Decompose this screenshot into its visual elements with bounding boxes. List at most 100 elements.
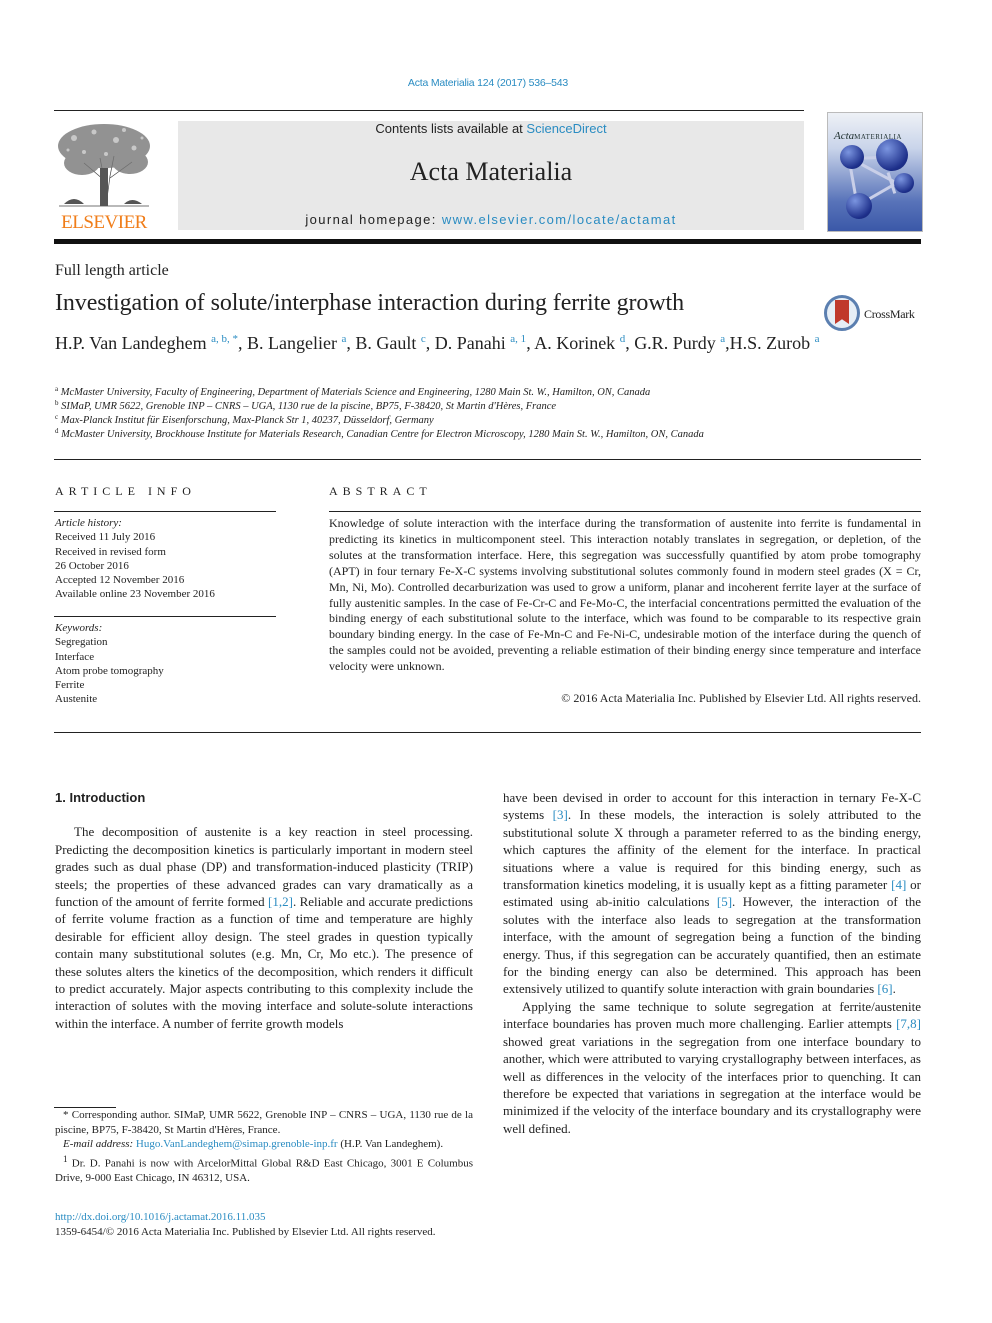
article-info-heading: ARTICLE INFO (55, 484, 196, 498)
author-separator: , (526, 333, 535, 353)
homepage-line: journal homepage: www.elsevier.com/locat… (178, 212, 804, 227)
author-name[interactable]: A. Korinek (534, 333, 619, 353)
journal-title: Acta Materialia (409, 157, 573, 186)
homepage-prefix: journal homepage: (305, 212, 442, 227)
elsevier-logo[interactable]: ELSEVIER (54, 118, 154, 234)
affiliation-b: b SIMaP, UMR 5622, Grenoble INP – CNRS –… (55, 399, 557, 413)
reference-link[interactable]: [3] (553, 807, 568, 822)
footnote-1-text: Dr. D. Panahi is now with ArcelorMittal … (55, 1157, 473, 1184)
affiliation-key: b (55, 399, 59, 407)
history-item: Received in revised form (55, 545, 166, 558)
affiliation-d: d McMaster University, Brockhouse Instit… (55, 427, 704, 441)
issn-copyright: 1359-6454/© 2016 Acta Materialia Inc. Pu… (55, 1226, 436, 1238)
keywords-label: Keywords: (55, 622, 103, 634)
keyword: Atom probe tomography (55, 664, 164, 677)
paragraph: The decomposition of austenite is a key … (55, 823, 473, 1032)
email-label: E-mail address: (63, 1138, 134, 1150)
article-type: Full length article (55, 262, 169, 279)
footnote-corresponding: * Corresponding author. SIMaP, UMR 5622,… (55, 1109, 473, 1136)
paragraph-text: . However, the interaction of the solute… (503, 894, 921, 997)
keywords-rule (54, 616, 276, 617)
cover-title-italic: Acta (834, 130, 855, 142)
paragraph: have been devised in order to account fo… (503, 789, 921, 998)
author-name[interactable]: G.R. Purdy (634, 333, 720, 353)
article-history-label: Article history: (55, 517, 122, 529)
sciencedirect-link[interactable]: ScienceDirect (526, 121, 606, 136)
paragraph-text: . (892, 981, 896, 997)
affiliation-key: a (55, 385, 59, 393)
history-item: Received 11 July 2016 (55, 531, 156, 544)
reference-link[interactable]: [4] (891, 877, 906, 892)
reference-link[interactable]: [5] (717, 894, 732, 909)
cover-sphere (840, 145, 864, 169)
abstract-rule (329, 511, 921, 512)
affiliation-a: a McMaster University, Faculty of Engine… (55, 385, 651, 399)
doi-link[interactable]: http://dx.doi.org/10.1016/j.actamat.2016… (55, 1211, 266, 1223)
author-name[interactable]: B. Langelier (247, 333, 341, 353)
paragraph: Applying the same technique to solute se… (503, 998, 921, 1137)
affiliation-key: c (55, 413, 59, 421)
affiliation-text: McMaster University, Faculty of Engineer… (60, 387, 651, 398)
keywords: Keywords: Segregation Interface Atom pro… (55, 621, 164, 707)
section-heading: 1. Introduction (55, 790, 146, 805)
reference-link[interactable]: [1,2] (268, 894, 293, 909)
footnote-1: 1 Dr. D. Panahi is now with ArcelorMitta… (55, 1152, 473, 1186)
journal-citation[interactable]: Acta Materialia 124 (2017) 536–543 (0, 77, 976, 89)
footnotes: * Corresponding author. SIMaP, UMR 5622,… (55, 1108, 473, 1185)
body-column-left: 1. Introduction The decomposition of aus… (55, 789, 473, 1032)
article-info-rule (54, 511, 276, 512)
crossmark-badge[interactable]: CrossMark (824, 295, 924, 335)
author-name[interactable]: H.S. Zurob (730, 333, 815, 353)
history-item: Accepted 12 November 2016 (55, 574, 185, 587)
author-separator: , (625, 333, 635, 353)
paragraph-text: Applying the same technique to solute se… (503, 998, 921, 1032)
reference-link[interactable]: [6] (877, 981, 892, 996)
cover-sphere (876, 139, 908, 171)
affiliation-text: Max-Planck Institut für Eisenforschung, … (60, 415, 434, 426)
keyword: Segregation (55, 636, 108, 649)
cover-sphere (894, 173, 914, 193)
article-title: Investigation of solute/interphase inter… (55, 290, 685, 316)
footnote-email: E-mail address: Hugo.VanLandeghem@simap.… (55, 1137, 473, 1152)
author-separator: , (238, 333, 248, 353)
history-item: 26 October 2016 (55, 559, 129, 572)
header-rule (54, 110, 804, 111)
author-affiliation-marker[interactable]: a, 1 (510, 333, 526, 345)
abstract-bottom-rule (54, 732, 921, 733)
paragraph-text: . Reliable and accurate predictions of f… (55, 894, 473, 1031)
elsevier-tree-icon (58, 124, 150, 207)
abstract-heading: ABSTRACT (329, 484, 432, 498)
header-thick-rule (54, 239, 921, 244)
author-separator: , (425, 333, 435, 353)
cover-sphere (846, 193, 872, 219)
author-list: H.P. Van Landeghem a, b, *, B. Langelier… (55, 332, 825, 354)
email-suffix: (H.P. Van Landeghem). (337, 1138, 444, 1150)
elsevier-wordmark: ELSEVIER (61, 212, 147, 233)
abstract-text: Knowledge of solute interaction with the… (329, 516, 921, 674)
reference-link[interactable]: [7,8] (896, 1016, 921, 1031)
affiliation-text: McMaster University, Brockhouse Institut… (61, 429, 704, 440)
homepage-link[interactable]: www.elsevier.com/locate/actamat (442, 212, 677, 227)
abstract-copyright: © 2016 Acta Materialia Inc. Published by… (561, 691, 921, 705)
email-link[interactable]: Hugo.VanLandeghem@simap.grenoble-inp.fr (136, 1138, 338, 1150)
affiliation-c: c Max-Planck Institut für Eisenforschung… (55, 413, 434, 427)
article-history: Article history: Received 11 July 2016 R… (55, 516, 215, 602)
crossmark-label: CrossMark (864, 307, 915, 321)
keyword: Interface (55, 650, 95, 663)
contents-line: Contents lists available at ScienceDirec… (178, 121, 804, 136)
body-column-right: have been devised in order to account fo… (503, 789, 921, 1137)
author-name[interactable]: D. Panahi (435, 333, 511, 353)
author-affiliation-marker[interactable]: a, b, * (211, 333, 238, 345)
author-name[interactable]: H.P. Van Landeghem (55, 333, 211, 353)
author-name[interactable]: B. Gault (355, 333, 421, 353)
journal-cover-thumbnail[interactable]: ActaMATERIALIA (827, 112, 923, 232)
affiliation-text: SIMaP, UMR 5622, Grenoble INP – CNRS – U… (61, 401, 557, 412)
author-affiliation-marker[interactable]: a (815, 333, 820, 345)
paragraph-text: showed great variations in the segregati… (503, 1033, 921, 1136)
affiliation-key: d (55, 427, 59, 435)
contents-prefix: Contents lists available at (375, 121, 527, 136)
keyword: Austenite (55, 693, 98, 706)
history-item: Available online 23 November 2016 (55, 588, 215, 601)
keyword: Ferrite (55, 679, 85, 692)
affiliation-rule (54, 459, 921, 460)
